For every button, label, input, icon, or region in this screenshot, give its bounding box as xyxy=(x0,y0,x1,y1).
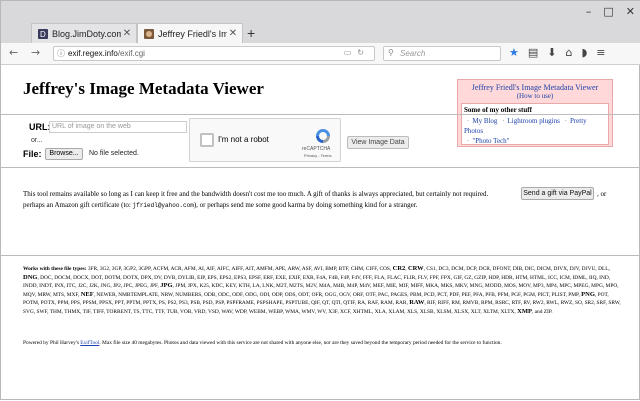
supported-file-types: Works with these file types: 3FR, 3G2, 3… xyxy=(23,265,623,317)
minimize-button[interactable]: – xyxy=(586,5,592,18)
exif-favicon-icon xyxy=(144,28,154,39)
notice-karma-text: ), or perhaps send me some good karma by… xyxy=(193,201,418,209)
exiftool-link[interactable]: ExifTool xyxy=(80,340,99,346)
navigation-bar: ← → ⓘ exif.regex.info/exif.cgi ▭↻ ⚲ Sear… xyxy=(1,43,640,65)
reader-view-icon[interactable]: ▭ xyxy=(344,48,358,57)
address-text: exif.regex.info/exif.cgi xyxy=(68,49,145,58)
refresh-icon[interactable]: ↻ xyxy=(357,48,370,57)
tab-exif-viewer[interactable]: Jeffrey Friedl's Image Meta... ✕ xyxy=(137,23,243,43)
image-url-input[interactable]: URL of image on the web xyxy=(49,121,187,133)
file-type-highlight: RAW xyxy=(409,299,425,307)
divider xyxy=(1,255,640,256)
download-icon[interactable]: ⬇ xyxy=(547,46,556,59)
browse-button[interactable]: Browse... xyxy=(45,148,83,160)
site-info-icon[interactable]: ⓘ xyxy=(57,48,65,59)
forward-icon[interactable]: → xyxy=(31,46,40,59)
file-type-highlight: XMP xyxy=(517,307,532,315)
or-text: or... xyxy=(31,137,43,144)
window-controls: – □ ✕ xyxy=(586,5,635,18)
page-content: Jeffrey's Image Metadata Viewer Jeffrey … xyxy=(1,65,640,401)
reading-list-icon[interactable]: ▤ xyxy=(528,46,538,59)
other-stuff-heading: Some of my other stuff xyxy=(464,106,532,114)
file-label: File: xyxy=(23,149,42,159)
recaptcha-terms-link[interactable]: Privacy - Terms xyxy=(304,153,331,158)
tab-bar: D Blog.JimDoty.com | Photos... ✕ Jeffrey… xyxy=(1,1,640,43)
notice-line-2: perhaps an Amazon gift certificate (to: … xyxy=(23,201,417,209)
file-type-highlight: DNG xyxy=(23,273,38,281)
tab-label: Blog.JimDoty.com | Photos... xyxy=(52,28,121,39)
recaptcha-label: I'm not a robot xyxy=(218,135,269,144)
file-type-highlight: NEF xyxy=(80,290,94,298)
file-type-highlight: CRW xyxy=(407,265,424,272)
file-type-highlight: PNG xyxy=(581,290,595,298)
blog-favicon-icon: D xyxy=(38,28,48,39)
notice-line-1: This tool remains available so long as I… xyxy=(23,190,489,198)
url-domain: exif.regex.info xyxy=(68,49,118,58)
recaptcha-brand: reCAPTCHA xyxy=(302,146,331,152)
file-types-heading: Works with these file types: xyxy=(23,266,87,272)
view-image-data-button[interactable]: View Image Data xyxy=(347,136,409,149)
page-title: Jeffrey's Image Metadata Viewer xyxy=(23,79,264,98)
file-type-text: , NEWER, NMBTEMPLATE, NRW, NUMBERS, ODB,… xyxy=(93,291,582,298)
powered-by-text: Powered by Phil Harvey's ExifTool. Max f… xyxy=(23,340,623,346)
url-path: /exif.cgi xyxy=(117,49,145,58)
tab-blog[interactable]: D Blog.JimDoty.com | Photos... ✕ xyxy=(31,23,137,43)
file-types-list: 3FR, 3G2, 3GP, 3GP2, 3GPP, ACFM, ACR, AF… xyxy=(23,265,621,315)
close-window-button[interactable]: ✕ xyxy=(626,5,635,18)
svg-text:D: D xyxy=(40,30,46,39)
file-type-highlight: CR2 xyxy=(392,265,406,272)
search-placeholder: Search xyxy=(400,49,426,58)
address-actions: ▭↻ xyxy=(344,48,370,57)
sidebox-title-link[interactable]: Jeffrey Friedl's Image Metadata Viewer xyxy=(458,83,612,92)
how-to-use-link[interactable]: (How to use) xyxy=(458,92,612,100)
powered-by-pre: Powered by Phil Harvey's xyxy=(23,340,81,346)
menu-icon[interactable]: ≡ xyxy=(596,46,605,59)
close-tab-icon[interactable]: ✕ xyxy=(121,28,133,39)
home-icon[interactable]: ⌂ xyxy=(566,46,573,59)
no-file-text: No file selected. xyxy=(89,150,139,157)
url-label: URL: xyxy=(29,122,51,132)
file-type-text: 3FR, 3G2, 3GP, 3GP2, 3GPP, ACFM, ACR, AF… xyxy=(86,266,393,272)
bookmark-star-icon[interactable]: ★ xyxy=(509,46,519,59)
search-box[interactable]: ⚲ Search xyxy=(383,46,501,61)
address-bar[interactable]: ⓘ exif.regex.info/exif.cgi ▭↻ xyxy=(53,46,375,61)
paypal-gift-button[interactable]: Send a gift via PayPal xyxy=(521,187,594,200)
new-tab-button[interactable]: + xyxy=(247,25,255,41)
file-type-text: , CS1, DC3, DCM, DCP, DCR, DFONT, DIB, D… xyxy=(423,266,610,272)
search-icon: ⚲ xyxy=(388,48,394,57)
toolbar-icons: ★ ▤ ⬇ ⌂ ◗ ≡ xyxy=(509,46,606,59)
maximize-button[interactable]: □ xyxy=(603,5,613,18)
close-tab-icon[interactable]: ✕ xyxy=(227,28,239,39)
tab-label: Jeffrey Friedl's Image Meta... xyxy=(158,28,227,39)
file-type-highlight: JPG xyxy=(160,282,173,290)
back-icon[interactable]: ← xyxy=(9,46,18,59)
recaptcha-widget: I'm not a robot reCAPTCHA Privacy - Term… xyxy=(189,118,341,162)
powered-by-post: . Max file size 40 megabytes. Photos and… xyxy=(99,340,502,346)
notice-line-1-end: , or xyxy=(597,190,607,198)
pocket-icon[interactable]: ◗ xyxy=(581,46,587,59)
upload-form: URL: URL of image on the web or... File:… xyxy=(1,114,640,168)
email-address: jfriedl@yahoo.com xyxy=(132,202,194,209)
notice-amazon-text: perhaps an Amazon gift certificate (to: xyxy=(23,201,131,209)
recaptcha-logo-icon xyxy=(316,129,330,143)
file-type-text: , and ZIP. xyxy=(531,308,553,315)
browser-window: D Blog.JimDoty.com | Photos... ✕ Jeffrey… xyxy=(0,0,640,400)
recaptcha-checkbox[interactable] xyxy=(200,133,214,147)
